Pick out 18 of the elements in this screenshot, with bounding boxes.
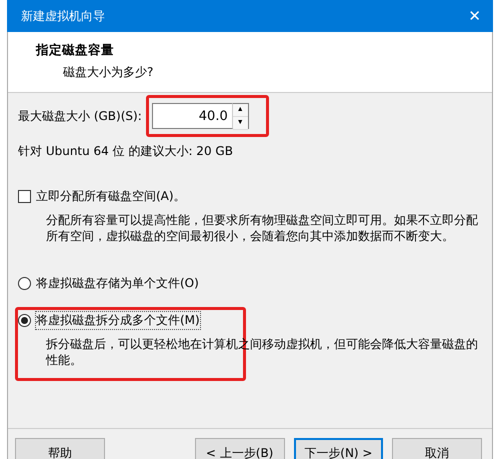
radio-button[interactable] bbox=[18, 277, 31, 290]
disk-size-field[interactable]: 40.0 bbox=[152, 103, 232, 129]
close-button[interactable]: ✕ bbox=[464, 7, 485, 25]
window-title: 新建虚拟机向导 bbox=[21, 8, 105, 24]
page-subtitle: 磁盘大小为多少? bbox=[63, 64, 154, 81]
allocate-label[interactable]: 立即分配所有磁盘空间(A)。 bbox=[36, 188, 186, 205]
help-button[interactable]: 帮助 bbox=[15, 438, 105, 459]
recommended-size-text: 针对 Ubuntu 64 位 的建议大小: 20 GB bbox=[18, 143, 234, 160]
allocate-description: 分配所有容量可以提高性能，但要求所有物理磁盘空间立即可用。如果不立即分配所有空间，虚拟磁盘的空间最初很小，会随着您向其中添加数据而不断变大。 bbox=[46, 212, 479, 244]
nav-button[interactable]: < 上一步(B) bbox=[194, 438, 284, 459]
cancel-button[interactable]: 取消 bbox=[392, 438, 482, 459]
nav-button[interactable]: 下一步(N) > bbox=[294, 438, 384, 459]
page-heading: 指定磁盘容量 bbox=[36, 42, 115, 59]
disk-size-label: 最大磁盘大小 (GB)(S): bbox=[18, 108, 142, 124]
radio-button[interactable] bbox=[18, 314, 31, 327]
option-label[interactable]: 将虚拟磁盘存储为单个文件(O) bbox=[36, 275, 199, 292]
option-label[interactable]: 将虚拟磁盘拆分成多个文件(M) bbox=[36, 312, 200, 329]
allocate-checkbox[interactable] bbox=[18, 190, 31, 203]
